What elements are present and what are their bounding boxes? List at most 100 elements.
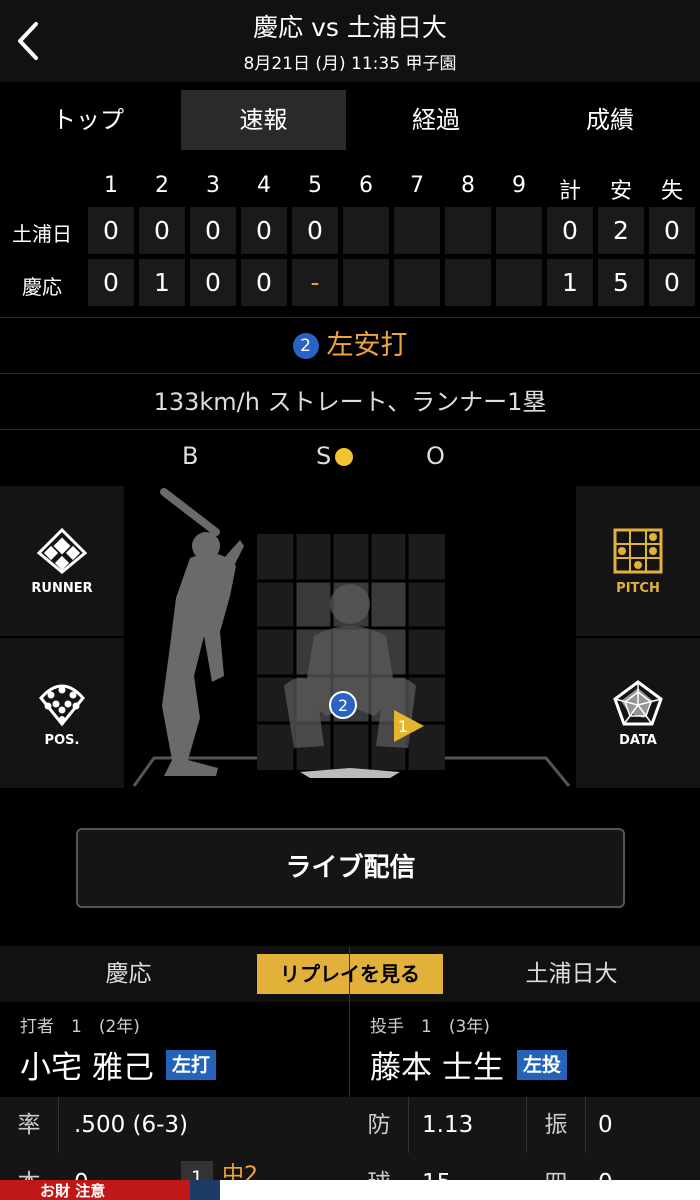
batter-hand-badge: 左打 [166, 1050, 217, 1080]
pitcher-role: 投手 1 (3年) [370, 1017, 490, 1037]
game-title: 慶応 vs 土浦日大 [253, 13, 447, 42]
stat-value: .500 (6-3) [74, 1112, 189, 1138]
score-cell [394, 259, 440, 306]
batter-role: 打者 1 (2年) [20, 1017, 140, 1037]
play-result-text: 左安打 [326, 330, 408, 361]
pitcher-hand-badge: 左投 [517, 1050, 568, 1080]
pitch-marker-2[interactable]: 2 [329, 691, 357, 719]
stats-row: 率 .500 (6-3) 防 1.13 振 0 [0, 1097, 700, 1153]
inning-header: 7 [410, 173, 424, 198]
balls-label: B [182, 442, 199, 470]
hits-cell: 2 [598, 207, 644, 254]
pitcher-info: 投手 1 (3年) 藤本 士生 左投 [350, 1002, 700, 1096]
batter-info: 打者 1 (2年) 小宅 雅己 左打 [0, 1002, 350, 1096]
runner-button[interactable]: RUNNER [0, 486, 124, 636]
divider [408, 1097, 409, 1153]
pitch-view: 2 1 [124, 486, 576, 790]
pitch-button[interactable]: PITCH [576, 486, 700, 636]
stat-label: 率 [17, 1112, 41, 1138]
divider [349, 946, 350, 1002]
score-cell: 0 [190, 259, 236, 306]
score-cell: 0 [292, 207, 338, 254]
score-cell-current: - [292, 259, 338, 306]
strike-zone-graphic: 2 1 [132, 488, 571, 787]
team-name-home: 慶応 [22, 275, 62, 299]
team-name-away: 土浦日 [12, 222, 72, 246]
tab-top[interactable]: トップ [8, 90, 168, 150]
score-cell: 0 [88, 259, 134, 306]
pitch-grid-icon [613, 528, 663, 574]
inning-header: 3 [206, 173, 220, 198]
svg-text:1: 1 [398, 717, 408, 736]
stat-label: 振 [544, 1112, 568, 1138]
strikes-label: S [316, 442, 332, 470]
inning-header: 6 [359, 173, 373, 198]
score-cell: 1 [139, 259, 185, 306]
errors-cell: 0 [649, 259, 695, 306]
pitch-label: PITCH [616, 581, 660, 596]
outs-label: O [426, 442, 445, 470]
score-cell [394, 207, 440, 254]
hits-header: 安 [609, 179, 632, 204]
batter-order-badge: 2 [292, 333, 319, 359]
batters-box-right [434, 756, 571, 787]
data-button[interactable]: DATA [576, 638, 700, 788]
score-cell [496, 259, 542, 306]
team-tab-tsuchiura[interactable]: 土浦日大 [443, 946, 700, 1002]
strikes-indicator: S [316, 442, 354, 470]
score-cell: 0 [88, 207, 134, 254]
total-runs-cell: 1 [547, 259, 593, 306]
inning-header: 8 [461, 173, 475, 198]
score-cell [496, 207, 542, 254]
positions-button[interactable]: POS. [0, 638, 124, 788]
inning-header: 1 [104, 173, 118, 198]
score-cell: 0 [190, 207, 236, 254]
runner-label: RUNNER [31, 581, 93, 596]
total-runs-header: 計 [558, 179, 581, 204]
ad-banner[interactable]: お財 注意 [0, 1180, 700, 1200]
score-cell [343, 207, 389, 254]
field-positions-icon [39, 684, 85, 726]
data-label: DATA [619, 733, 657, 748]
svg-text:2: 2 [338, 696, 348, 715]
batter-name: 小宅 雅己 [20, 1050, 154, 1086]
inning-header: 2 [155, 173, 169, 198]
ad-text: お財 注意 [0, 1180, 190, 1200]
diamond-runner-icon [37, 528, 87, 574]
divider [58, 1097, 59, 1153]
pitcher-name: 藤本 士生 [370, 1050, 504, 1086]
score-cell: 0 [139, 207, 185, 254]
hits-cell: 5 [598, 259, 644, 306]
app-header: 慶応 vs 土浦日大 8月21日 (月) 11:35 甲子園 [0, 0, 700, 82]
score-cell: 0 [241, 259, 287, 306]
team-tab-keio[interactable]: 慶応 [0, 946, 257, 1002]
stat-value: 1.13 [422, 1112, 474, 1138]
inning-header: 9 [512, 173, 526, 198]
tab-live[interactable]: 速報 [181, 90, 346, 150]
inning-header: 5 [308, 173, 322, 198]
score-cell [445, 207, 491, 254]
tab-stats[interactable]: 成績 [530, 90, 690, 150]
play-result: 2 左安打 [0, 318, 700, 374]
replay-button[interactable]: リプレイを見る [257, 954, 443, 994]
inning-header: 4 [257, 173, 271, 198]
ad-decoration [190, 1180, 220, 1200]
game-datetime: 8月21日 (月) 11:35 甲子園 [243, 54, 457, 74]
tab-progress[interactable]: 経過 [356, 90, 516, 150]
batter-silhouette [160, 488, 244, 776]
pitch-detail: 133km/h ストレート、ランナー1塁 [153, 388, 547, 416]
score-cell [343, 259, 389, 306]
teams-bar: 慶応 リプレイを見る 土浦日大 [0, 946, 700, 1002]
stat-value: 0 [598, 1112, 613, 1138]
divider [585, 1097, 586, 1153]
tab-bar: トップ 速報 経過 成績 [0, 82, 700, 158]
errors-header: 失 [660, 179, 683, 204]
total-runs-cell: 0 [547, 207, 593, 254]
divider [526, 1097, 527, 1153]
errors-cell: 0 [649, 207, 695, 254]
scoreboard: 1 2 3 4 5 6 7 8 9 計 安 失 土浦日 0 0 0 0 0 0 … [0, 165, 700, 315]
score-cell: 0 [241, 207, 287, 254]
live-stream-button[interactable]: ライブ配信 [76, 828, 625, 908]
strike-dot-icon [335, 448, 354, 466]
ball-count: B S O [0, 430, 700, 484]
